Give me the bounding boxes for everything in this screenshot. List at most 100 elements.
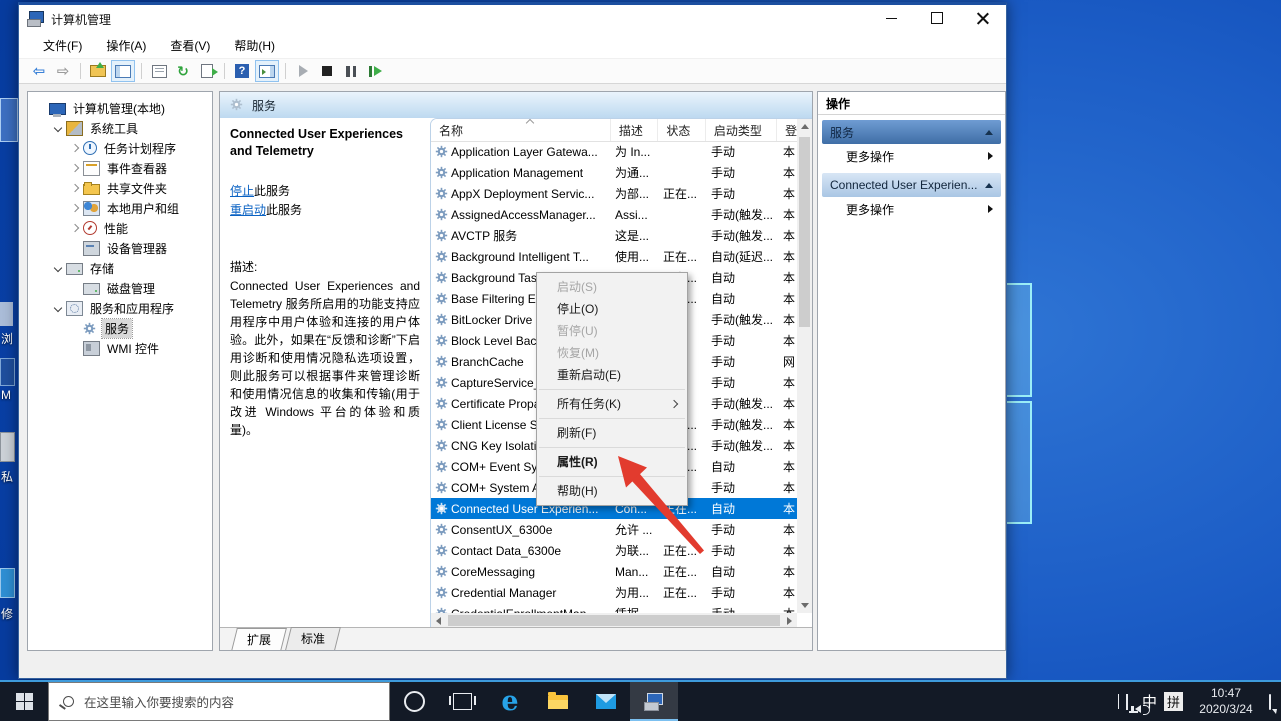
column-header-状态[interactable]: 状态 [658, 119, 706, 141]
stop-service-link[interactable]: 停止 [230, 184, 254, 198]
forward-button[interactable]: ⇨ [52, 61, 74, 81]
context-menu-item-刷新(F)[interactable]: 刷新(F) [537, 422, 687, 444]
horizontal-scrollbar[interactable] [431, 613, 797, 628]
service-row-AssignedAccessManager...[interactable]: AssignedAccessManager... Assi... 手动(触发... 本 [431, 204, 797, 225]
scroll-up-button[interactable] [797, 119, 812, 134]
menu-item-2[interactable]: 查看(V) [160, 34, 220, 57]
action-group-header-1[interactable]: Connected User Experien... [822, 173, 1001, 197]
tree-expander[interactable] [68, 203, 82, 213]
scroll-down-button[interactable] [797, 598, 812, 613]
file-explorer-button[interactable] [534, 682, 582, 721]
service-row-AppX Deployment Servic...[interactable]: AppX Deployment Servic... 为部... 正在... 手动 本 [431, 183, 797, 204]
desktop-icon-label[interactable]: 私 [1, 468, 13, 485]
stop-service-button[interactable] [316, 61, 338, 81]
more-actions-0[interactable]: 更多操作 [822, 144, 1001, 168]
tree-item-WMI 控件[interactable]: WMI 控件 [28, 338, 212, 358]
tree-expander[interactable] [68, 223, 82, 233]
service-row-CredentialEnrollmentMan...[interactable]: CredentialEnrollmentMan...凭据...手动本 [431, 603, 797, 613]
mail-button[interactable] [582, 682, 630, 721]
tree-expander[interactable] [68, 143, 82, 153]
tree-expander[interactable] [68, 183, 82, 193]
restart-service-link[interactable]: 重启动 [230, 203, 266, 217]
desktop-icon-partial[interactable] [0, 432, 15, 462]
desktop-icon-label[interactable]: M [1, 388, 11, 402]
action-pane-toggle-button[interactable] [255, 60, 279, 82]
maximize-button[interactable] [914, 3, 960, 33]
context-menu-item-停止(O)[interactable]: 停止(O) [537, 298, 687, 320]
context-menu-item-帮助(H)[interactable]: 帮助(H) [537, 480, 687, 502]
desktop-icon-label[interactable]: 修 [1, 605, 13, 622]
tree-expander[interactable] [51, 123, 65, 133]
service-row-Contact Data_6300e[interactable]: Contact Data_6300e 为联... 正在... 手动 本 [431, 540, 797, 561]
hidden-icons-button[interactable] [1117, 693, 1119, 709]
title-bar[interactable]: 计算机管理 [19, 5, 1006, 33]
tree-item-存储[interactable]: 存储 [28, 258, 212, 278]
vertical-scrollbar[interactable] [797, 119, 812, 613]
tree-item-本地用户和组[interactable]: 本地用户和组 [28, 198, 212, 218]
service-row-AVCTP 服务[interactable]: AVCTP 服务 这是... 手动(触发... 本 [431, 225, 797, 246]
tree-expander[interactable] [68, 163, 82, 173]
desktop-icon-partial[interactable] [0, 302, 13, 326]
menu-item-0[interactable]: 文件(F) [33, 34, 92, 57]
column-header-登[interactable]: 登 [777, 119, 797, 141]
tree-item-服务[interactable]: 服务 [28, 317, 212, 339]
context-menu-item-属性(R)[interactable]: 属性(R) [537, 451, 687, 473]
taskbar-clock[interactable]: 10:47 2020/3/24 [1190, 686, 1262, 717]
tab-标准[interactable]: 标准 [285, 627, 341, 650]
tree-item-系统工具[interactable]: 系统工具 [28, 118, 212, 138]
ime-pinyin-badge[interactable]: 拼 [1164, 692, 1183, 711]
horizontal-scroll-thumb[interactable] [448, 615, 780, 626]
restart-service-button[interactable] [364, 61, 386, 81]
tree-item-共享文件夹[interactable]: 共享文件夹 [28, 178, 212, 198]
tree-item-磁盘管理[interactable]: 磁盘管理 [28, 278, 212, 298]
tab-扩展[interactable]: 扩展 [231, 628, 287, 650]
vertical-scroll-thumb[interactable] [799, 137, 810, 327]
desktop-icon-label[interactable]: 浏 [1, 330, 13, 347]
service-row-Credential Manager[interactable]: Credential Manager 为用... 正在... 手动 本 [431, 582, 797, 603]
tree-item-任务计划程序[interactable]: 任务计划程序 [28, 138, 212, 158]
more-actions-1[interactable]: 更多操作 [822, 197, 1001, 221]
tree-expander[interactable] [51, 263, 65, 273]
console-tree-toggle-button[interactable] [111, 60, 135, 82]
desktop-icon-selection[interactable] [0, 98, 18, 142]
properties-button[interactable] [148, 61, 170, 81]
computer-management-taskbar-button[interactable] [630, 682, 678, 721]
service-row-CoreMessaging[interactable]: CoreMessaging Man... 正在... 自动 本 [431, 561, 797, 582]
export-list-button[interactable] [196, 61, 218, 81]
task-view-button[interactable] [438, 682, 486, 721]
desktop-icon-partial[interactable] [0, 358, 15, 386]
menu-item-1[interactable]: 操作(A) [96, 34, 156, 57]
taskbar-search[interactable]: 在这里输入你要搜索的内容 [48, 682, 390, 721]
start-button[interactable] [0, 682, 48, 721]
back-button[interactable]: ⇦ [28, 61, 50, 81]
tree-item-设备管理器[interactable]: 设备管理器 [28, 238, 212, 258]
close-button[interactable] [960, 3, 1006, 33]
tree-item-性能[interactable]: 性能 [28, 218, 212, 238]
service-row-Background Intelligent T...[interactable]: Background Intelligent T... 使用... 正在... 自动(… [431, 246, 797, 267]
scroll-left-button[interactable] [431, 613, 446, 628]
cortana-button[interactable] [390, 682, 438, 721]
tree-item-计算机管理(本地)[interactable]: 计算机管理(本地) [28, 98, 212, 118]
action-center-button[interactable] [1269, 693, 1271, 710]
edge-button[interactable] [486, 682, 534, 721]
service-row-Application Management[interactable]: Application Management 为通... 手动 本 [431, 162, 797, 183]
column-header-启动类型[interactable]: 启动类型 [706, 119, 778, 141]
column-header-名称[interactable]: 名称 [431, 119, 611, 141]
network-button[interactable] [1125, 693, 1128, 710]
context-menu-item-所有任务(K)[interactable]: 所有任务(K) [537, 393, 687, 415]
refresh-button[interactable]: ↻ [172, 61, 194, 81]
service-row-ConsentUX_6300e[interactable]: ConsentUX_6300e 允许 ... 手动 本 [431, 519, 797, 540]
tree-expander[interactable] [51, 303, 65, 313]
action-group-header-0[interactable]: 服务 [822, 120, 1001, 144]
context-menu-item-重新启动(E)[interactable]: 重新启动(E) [537, 364, 687, 386]
up-level-button[interactable] [87, 61, 109, 81]
minimize-button[interactable] [868, 3, 914, 33]
desktop-icon-partial[interactable] [0, 568, 15, 598]
tree-item-服务和应用程序[interactable]: 服务和应用程序 [28, 298, 212, 318]
help-button[interactable]: ? [231, 61, 253, 81]
service-row-Application Layer Gatewa...[interactable]: Application Layer Gatewa... 为 In... 手动 本 [431, 141, 797, 162]
menu-item-3[interactable]: 帮助(H) [224, 34, 285, 57]
column-header-描述[interactable]: 描述 [611, 119, 659, 141]
start-service-button[interactable] [292, 61, 314, 81]
tree-item-事件查看器[interactable]: 事件查看器 [28, 158, 212, 178]
